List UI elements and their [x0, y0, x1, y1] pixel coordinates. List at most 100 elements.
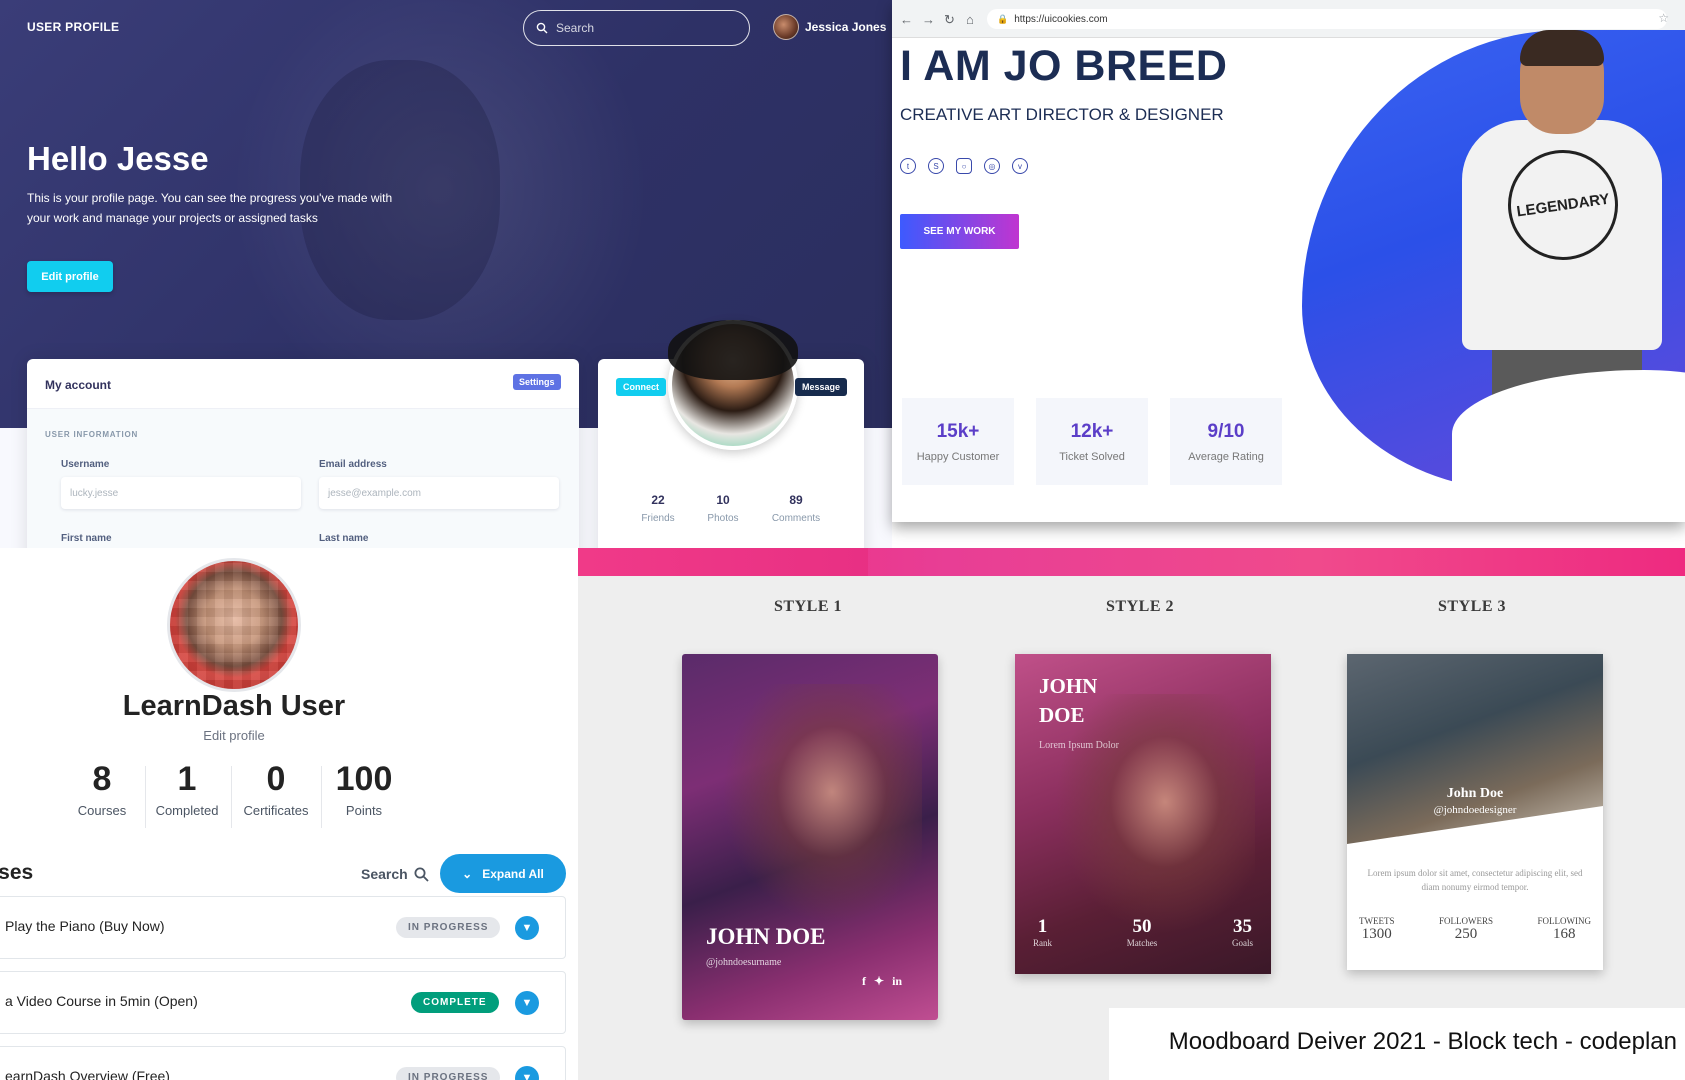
user-menu[interactable]: Jessica Jones: [773, 14, 886, 40]
twitter-icon[interactable]: ✦: [874, 974, 884, 989]
last-name-label: Last name: [319, 533, 369, 544]
course-row[interactable]: a Video Course in 5min (Open) COMPLETE ▼: [0, 971, 566, 1034]
settings-button[interactable]: Settings: [513, 374, 561, 390]
card-name: John Doe: [1446, 786, 1504, 801]
stat-comments: 89 Comments: [766, 493, 826, 524]
user-name: Jessica Jones: [805, 20, 887, 34]
forward-icon[interactable]: →: [922, 12, 935, 27]
connect-button[interactable]: Connect: [616, 378, 666, 396]
profile-card-style-1[interactable]: JOHN DOE @johndoesurname f ✦ in: [682, 654, 938, 1020]
hero-role: CREATIVE ART DIRECTOR & DESIGNER: [900, 105, 1224, 124]
vimeo-icon[interactable]: v: [1012, 158, 1028, 174]
hero-name: I AM JO BREED: [900, 42, 1228, 90]
stat-label: TWEETS: [1359, 916, 1395, 926]
stat-card: 12k+ Ticket Solved: [1036, 398, 1148, 485]
card-body: USER INFORMATION Username lucky.jesse Em…: [27, 409, 579, 548]
course-title: Play the Piano (Buy Now): [5, 918, 165, 934]
edit-profile-button[interactable]: Edit profile: [27, 261, 113, 292]
course-row[interactable]: earnDash Overview (Free) IN PROGRESS ▼: [0, 1046, 566, 1080]
stat-label: Rank: [1033, 938, 1052, 948]
search-placeholder: Search: [556, 21, 595, 35]
stat-value: 1: [1037, 916, 1048, 937]
stat-rank: 1 Rank: [1033, 916, 1052, 948]
stat-completed: 1 Completed: [146, 760, 228, 818]
stat-points: 100 Points: [322, 760, 406, 818]
stat-label: Completed: [155, 803, 219, 818]
expand-all-label: Expand All: [482, 866, 544, 881]
style-title: STYLE 2: [1106, 598, 1174, 615]
chevron-down-icon[interactable]: ▼: [515, 916, 539, 940]
message-button[interactable]: Message: [795, 378, 848, 396]
username-field[interactable]: lucky.jesse: [61, 477, 301, 509]
chevron-down-icon[interactable]: ▼: [515, 1066, 539, 1080]
avatar: [167, 558, 301, 692]
social-links: f ✦ in: [862, 974, 902, 989]
chevron-down-icon[interactable]: ▼: [515, 991, 539, 1015]
card-handle: @johndoedesigner: [1433, 804, 1517, 816]
jo-breed-browser-panel: ← → ↻ ⌂ 🔒 https://uicookies.com ☆ LEGEND…: [892, 0, 1685, 522]
stat-courses: 8 Courses: [62, 760, 142, 818]
stat-following: FOLLOWING 168: [1538, 916, 1592, 943]
profile-card-style-3[interactable]: John Doe @johndoedesigner Lorem ipsum do…: [1347, 654, 1603, 970]
course-search[interactable]: Search: [361, 866, 429, 882]
status-badge: COMPLETE: [411, 992, 499, 1013]
style-title: STYLE 1: [774, 598, 842, 615]
linkedin-icon[interactable]: in: [892, 974, 902, 989]
course-title: earnDash Overview (Free): [5, 1068, 170, 1080]
stat-label: FOLLOWING: [1537, 916, 1592, 926]
caption-text: Moodboard Deiver 2021 - Block tech - cod…: [1168, 1028, 1677, 1055]
username-label: Username: [61, 459, 110, 470]
email-field[interactable]: jesse@example.com: [319, 477, 559, 509]
stat-label: Goals: [1232, 938, 1253, 948]
email-label: Email address: [319, 459, 387, 470]
home-icon[interactable]: ⌂: [966, 12, 974, 27]
edit-profile-link[interactable]: Edit profile: [0, 728, 468, 743]
skype-icon[interactable]: S: [928, 158, 944, 174]
stat-value: 1: [177, 760, 197, 798]
card-subtitle: Lorem Ipsum Dolor: [1039, 740, 1119, 751]
expand-all-button[interactable]: ⌄ Expand All: [440, 854, 566, 893]
facebook-icon[interactable]: f: [862, 974, 866, 989]
card-bio: Lorem ipsum dolor sit amet, consectetur …: [1367, 868, 1583, 892]
card-header: My account Settings: [27, 359, 579, 409]
stat-value: 250: [1454, 926, 1478, 942]
profile-card-style-2[interactable]: JOHN DOE Lorem Ipsum Dolor 1 Rank 50 Mat…: [1015, 654, 1271, 974]
hat-shape: [668, 320, 798, 380]
my-account-card: My account Settings USER INFORMATION Use…: [27, 359, 579, 548]
back-icon[interactable]: ←: [900, 12, 913, 27]
twitter-icon[interactable]: t: [900, 158, 916, 174]
stat-photos: 10 Photos: [693, 493, 753, 524]
pink-banner-accent: [578, 548, 868, 576]
status-badge: IN PROGRESS: [396, 917, 501, 938]
search-icon: [414, 867, 429, 882]
brand-title[interactable]: USER PROFILE: [27, 20, 119, 34]
first-name-label: First name: [61, 533, 112, 544]
stat-value: 15k+: [936, 420, 980, 442]
portrait-photo: [1055, 694, 1255, 934]
stat-label: Courses: [77, 803, 127, 818]
card-handle: @johndoesurname: [706, 957, 782, 968]
search-label: Search: [361, 866, 408, 882]
stat-label: Happy Customer: [916, 450, 1000, 463]
stat-label: FOLLOWERS: [1439, 916, 1493, 926]
stat-label: Friends: [641, 513, 675, 524]
stat-followers: FOLLOWERS 250: [1439, 916, 1493, 943]
stat-tweets: TWEETS 1300: [1359, 916, 1395, 943]
reload-icon[interactable]: ↻: [944, 12, 955, 28]
bookmark-icon[interactable]: ☆: [1658, 11, 1669, 25]
card-name: JOHN DOE: [706, 924, 826, 949]
instagram-icon[interactable]: ○: [956, 158, 972, 174]
address-bar[interactable]: 🔒 https://uicookies.com: [987, 9, 1667, 29]
see-my-work-button[interactable]: SEE MY WORK: [900, 214, 1019, 249]
course-row[interactable]: Play the Piano (Buy Now) IN PROGRESS ▼: [0, 896, 566, 959]
search-input[interactable]: Search: [523, 10, 750, 46]
lock-icon: 🔒: [997, 13, 1009, 24]
card-first-name: JOHN: [1039, 674, 1098, 698]
stat-card: 9/10 Average Rating: [1170, 398, 1282, 485]
card-stats: 1 Rank 50 Matches 35 Goals: [1033, 916, 1253, 948]
dribbble-icon[interactable]: ◎: [984, 158, 1000, 174]
url-text: https://uicookies.com: [1014, 13, 1108, 25]
stat-label: Certificates: [243, 803, 309, 818]
stat-friends: 22 Friends: [628, 493, 688, 524]
stat-matches: 50 Matches: [1127, 916, 1158, 948]
